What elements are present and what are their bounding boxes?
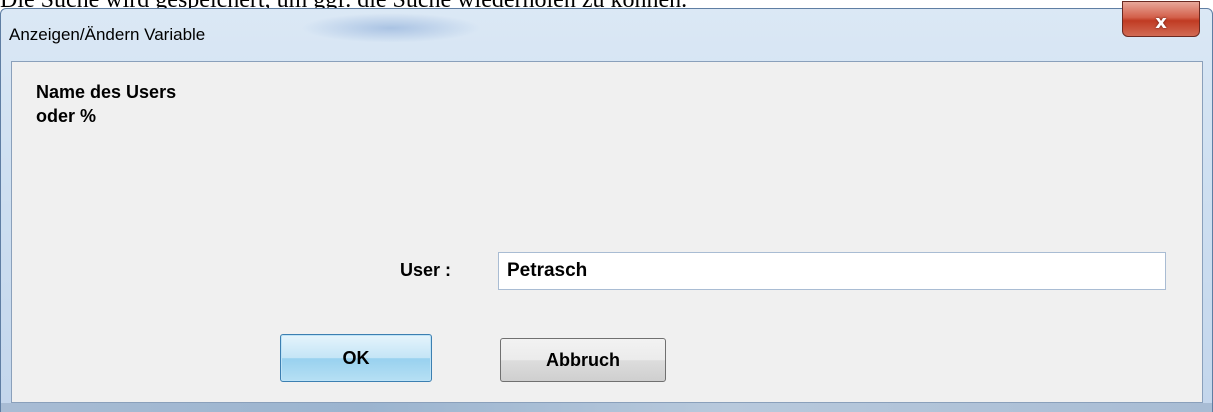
- dialog-window: Anzeigen/Ändern Variable x Name des User…: [0, 1, 1213, 412]
- background-blur: [301, 13, 481, 43]
- window-title: Anzeigen/Ändern Variable: [9, 25, 206, 44]
- dialog-body: Name des Users oder % User : OK Abbruch: [11, 61, 1203, 403]
- prompt-text: Name des Users oder %: [36, 80, 176, 128]
- close-button[interactable]: x: [1122, 1, 1200, 37]
- window-bottom-border: [1, 403, 1212, 412]
- screen: Die Suche wird gespeichert, um ggf. die …: [0, 0, 1213, 412]
- cancel-button[interactable]: Abbruch: [500, 338, 666, 382]
- prompt-line-2: oder %: [36, 106, 97, 126]
- ok-button[interactable]: OK: [280, 334, 432, 382]
- user-input[interactable]: [498, 252, 1166, 290]
- prompt-line-1: Name des Users: [36, 82, 177, 102]
- close-icon: x: [1155, 11, 1167, 33]
- user-label: User :: [400, 260, 452, 280]
- title-bar[interactable]: Anzeigen/Ändern Variable: [1, 9, 1212, 59]
